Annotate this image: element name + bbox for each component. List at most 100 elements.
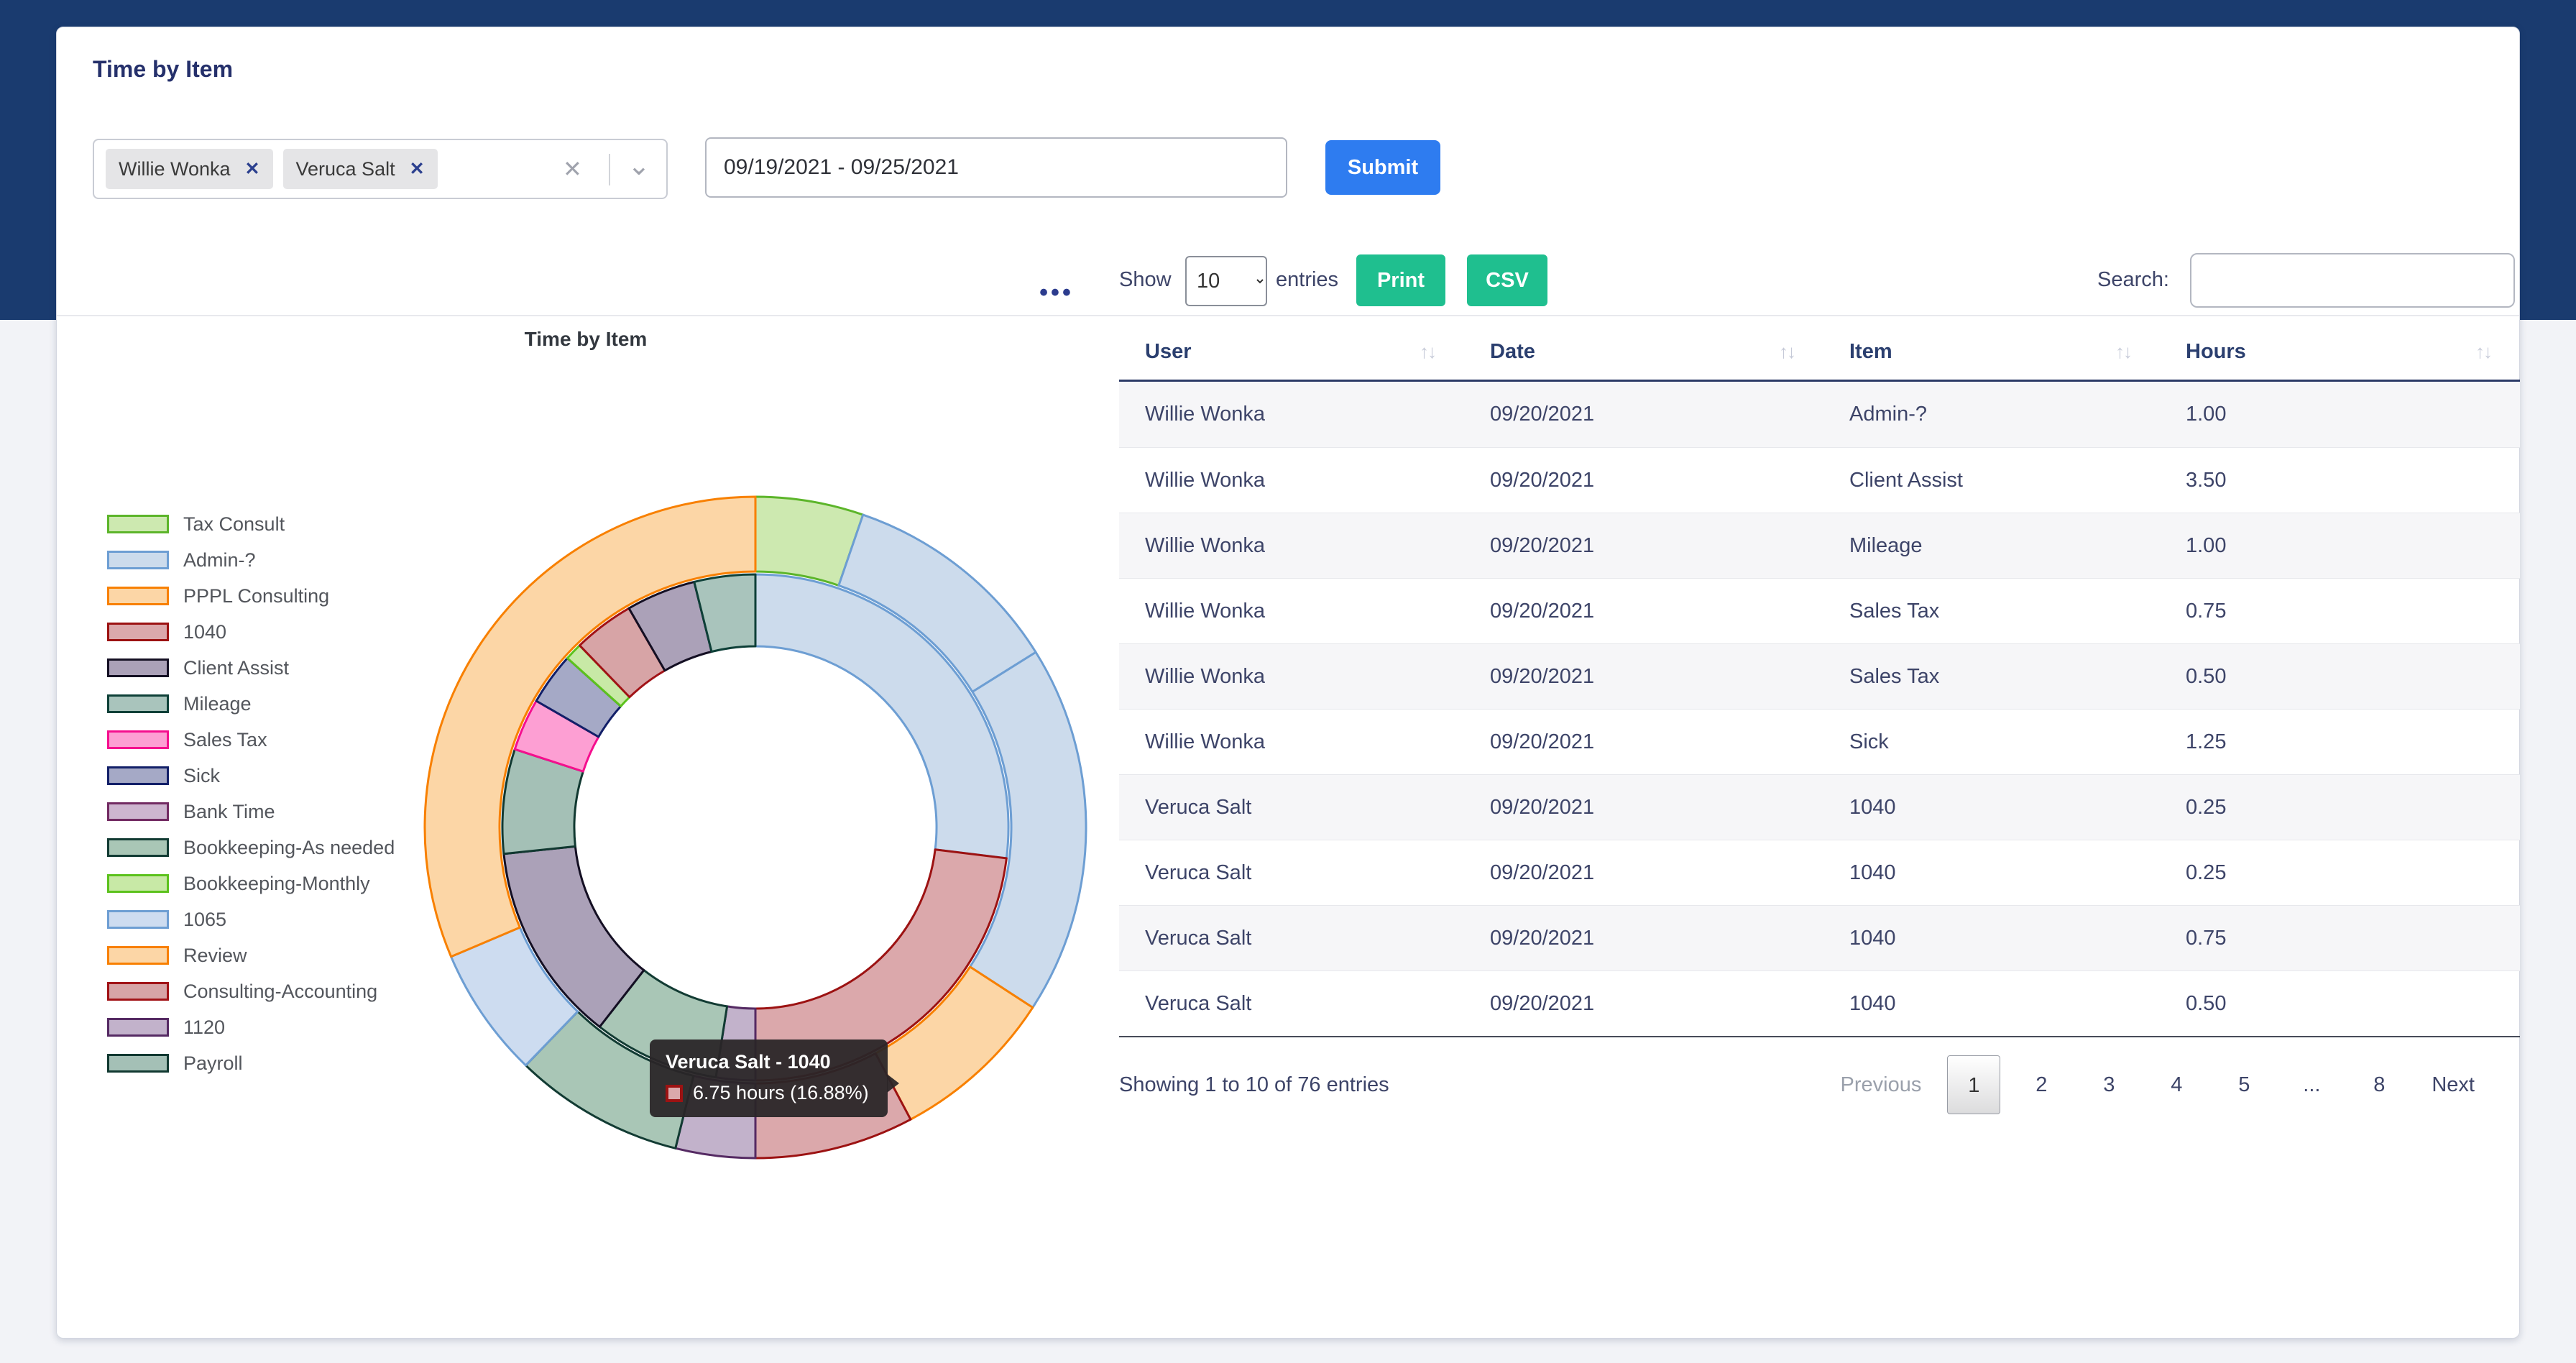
sort-icon[interactable]: ↑↓ bbox=[1779, 326, 1795, 378]
legend-item-client-assist[interactable]: Client Assist bbox=[107, 650, 395, 686]
legend-swatch bbox=[107, 658, 169, 677]
user-tag-veruca-salt[interactable]: Veruca Salt✕ bbox=[283, 149, 438, 189]
cell-item: Sales Tax bbox=[1823, 644, 2160, 709]
cell-hours: 0.25 bbox=[2160, 775, 2520, 840]
cell-user: Willie Wonka bbox=[1119, 513, 1464, 578]
legend-item-sales-tax[interactable]: Sales Tax bbox=[107, 722, 395, 758]
cell-item: Client Assist bbox=[1823, 448, 2160, 513]
cell-date: 09/20/2021 bbox=[1464, 579, 1823, 643]
cell-hours: 0.50 bbox=[2160, 644, 2520, 709]
cell-item: Mileage bbox=[1823, 513, 2160, 578]
user-tag-label: Willie Wonka bbox=[119, 158, 231, 180]
legend-item-1040[interactable]: 1040 bbox=[107, 614, 395, 650]
table-row[interactable]: Veruca Salt09/20/202110400.25 bbox=[1119, 774, 2520, 840]
cell-date: 09/20/2021 bbox=[1464, 971, 1823, 1036]
user-tag-list: Willie Wonka✕Veruca Salt✕ bbox=[106, 149, 448, 189]
cell-hours: 1.00 bbox=[2160, 513, 2520, 578]
multiselect-clear-icon[interactable]: ✕ bbox=[563, 140, 582, 198]
page-length-select[interactable]: 10 bbox=[1185, 256, 1267, 306]
pagination-page-1[interactable]: 1 bbox=[1947, 1055, 2000, 1114]
column-header-date[interactable]: Date↑↓ bbox=[1464, 326, 1823, 380]
legend-item-sick[interactable]: Sick bbox=[107, 758, 395, 794]
legend-swatch bbox=[107, 766, 169, 785]
chart-context-menu-icon[interactable]: ••• bbox=[1031, 280, 1082, 305]
table-row[interactable]: Willie Wonka09/20/2021Sales Tax0.50 bbox=[1119, 643, 2520, 709]
column-header-hours[interactable]: Hours↑↓ bbox=[2160, 326, 2520, 380]
legend-label: PPPL Consulting bbox=[183, 585, 329, 607]
legend-label: Bookkeeping-As needed bbox=[183, 837, 395, 859]
pagination-page-5[interactable]: 5 bbox=[2210, 1055, 2278, 1114]
pagination-next[interactable]: Next bbox=[2413, 1073, 2493, 1097]
cell-item: Sales Tax bbox=[1823, 579, 2160, 643]
cell-date: 09/20/2021 bbox=[1464, 710, 1823, 774]
tooltip-title: Veruca Salt - 1040 bbox=[666, 1051, 869, 1073]
filter-section-divider bbox=[57, 315, 2519, 316]
pagination-previous[interactable]: Previous bbox=[1822, 1073, 1941, 1097]
date-range-input[interactable] bbox=[705, 137, 1287, 198]
legend-item-review[interactable]: Review bbox=[107, 937, 395, 973]
pagination-ellipsis: ... bbox=[2278, 1055, 2345, 1114]
sort-icon[interactable]: ↑↓ bbox=[2475, 326, 2491, 378]
cell-user: Willie Wonka bbox=[1119, 579, 1464, 643]
legend-swatch bbox=[107, 802, 169, 821]
cell-date: 09/20/2021 bbox=[1464, 448, 1823, 513]
user-multiselect[interactable]: Willie Wonka✕Veruca Salt✕ ✕ ⌄ bbox=[93, 139, 668, 199]
legend-label: Admin-? bbox=[183, 549, 256, 572]
column-header-item[interactable]: Item↑↓ bbox=[1823, 326, 2160, 380]
legend-item-1065[interactable]: 1065 bbox=[107, 901, 395, 937]
legend-label: Sales Tax bbox=[183, 729, 267, 751]
cell-user: Veruca Salt bbox=[1119, 971, 1464, 1036]
cell-date: 09/20/2021 bbox=[1464, 906, 1823, 970]
legend-item-mileage[interactable]: Mileage bbox=[107, 686, 395, 722]
table-row[interactable]: Veruca Salt09/20/202110400.75 bbox=[1119, 905, 2520, 970]
print-button[interactable]: Print bbox=[1356, 254, 1445, 306]
legend-swatch bbox=[107, 982, 169, 1001]
cell-item: 1040 bbox=[1823, 906, 2160, 970]
pagination-page-3[interactable]: 3 bbox=[2075, 1055, 2143, 1114]
pagination-page-2[interactable]: 2 bbox=[2007, 1055, 2075, 1114]
legend-item-bookkeeping-as-needed[interactable]: Bookkeeping-As needed bbox=[107, 830, 395, 866]
multiselect-separator bbox=[609, 154, 610, 185]
legend-item-bank-time[interactable]: Bank Time bbox=[107, 794, 395, 830]
search-input[interactable] bbox=[2190, 253, 2515, 308]
legend-label: 1120 bbox=[183, 1016, 225, 1039]
legend-item-payroll[interactable]: Payroll bbox=[107, 1045, 395, 1081]
cell-hours: 1.25 bbox=[2160, 710, 2520, 774]
table-row[interactable]: Willie Wonka09/20/2021Mileage1.00 bbox=[1119, 513, 2520, 578]
table-row[interactable]: Willie Wonka09/20/2021Admin-?1.00 bbox=[1119, 382, 2520, 447]
table-row[interactable]: Willie Wonka09/20/2021Sales Tax0.75 bbox=[1119, 578, 2520, 643]
table-row[interactable]: Willie Wonka09/20/2021Sick1.25 bbox=[1119, 709, 2520, 774]
legend-swatch bbox=[107, 1018, 169, 1037]
cell-item: 1040 bbox=[1823, 775, 2160, 840]
legend-item-admin[interactable]: Admin-? bbox=[107, 542, 395, 578]
user-tag-remove-icon[interactable]: ✕ bbox=[410, 158, 425, 180]
legend-swatch bbox=[107, 874, 169, 893]
user-tag-willie-wonka[interactable]: Willie Wonka ✕ bbox=[106, 149, 273, 189]
legend-item-pppl-consulting[interactable]: PPPL Consulting bbox=[107, 578, 395, 614]
legend-swatch bbox=[107, 515, 169, 533]
sort-icon[interactable]: ↑↓ bbox=[1420, 326, 1435, 378]
pagination-page-4[interactable]: 4 bbox=[2143, 1055, 2210, 1114]
legend-item-consulting-accounting[interactable]: Consulting-Accounting bbox=[107, 973, 395, 1009]
legend-swatch bbox=[107, 587, 169, 605]
submit-button[interactable]: Submit bbox=[1325, 140, 1440, 195]
show-label: Show bbox=[1119, 254, 1172, 306]
table-header-row: User↑↓Date↑↓Item↑↓Hours↑↓ bbox=[1119, 326, 2520, 382]
column-header-user[interactable]: User↑↓ bbox=[1119, 326, 1464, 380]
legend-item-tax-consult[interactable]: Tax Consult bbox=[107, 506, 395, 542]
chevron-down-icon[interactable]: ⌄ bbox=[627, 137, 650, 195]
csv-button[interactable]: CSV bbox=[1467, 254, 1547, 306]
cell-item: Admin-? bbox=[1823, 382, 2160, 447]
user-tag-remove-icon[interactable]: ✕ bbox=[245, 158, 260, 180]
sort-icon[interactable]: ↑↓ bbox=[2115, 326, 2131, 378]
page-title: Time by Item bbox=[93, 56, 233, 83]
table-row[interactable]: Veruca Salt09/20/202110400.50 bbox=[1119, 970, 2520, 1036]
legend-item-1120[interactable]: 1120 bbox=[107, 1009, 395, 1045]
legend-item-bookkeeping-monthly[interactable]: Bookkeeping-Monthly bbox=[107, 866, 395, 901]
pagination-page-8[interactable]: 8 bbox=[2345, 1055, 2413, 1114]
table-row[interactable]: Veruca Salt09/20/202110400.25 bbox=[1119, 840, 2520, 905]
cell-user: Veruca Salt bbox=[1119, 906, 1464, 970]
table-row[interactable]: Willie Wonka09/20/2021Client Assist3.50 bbox=[1119, 447, 2520, 513]
cell-hours: 3.50 bbox=[2160, 448, 2520, 513]
legend-swatch bbox=[107, 551, 169, 569]
